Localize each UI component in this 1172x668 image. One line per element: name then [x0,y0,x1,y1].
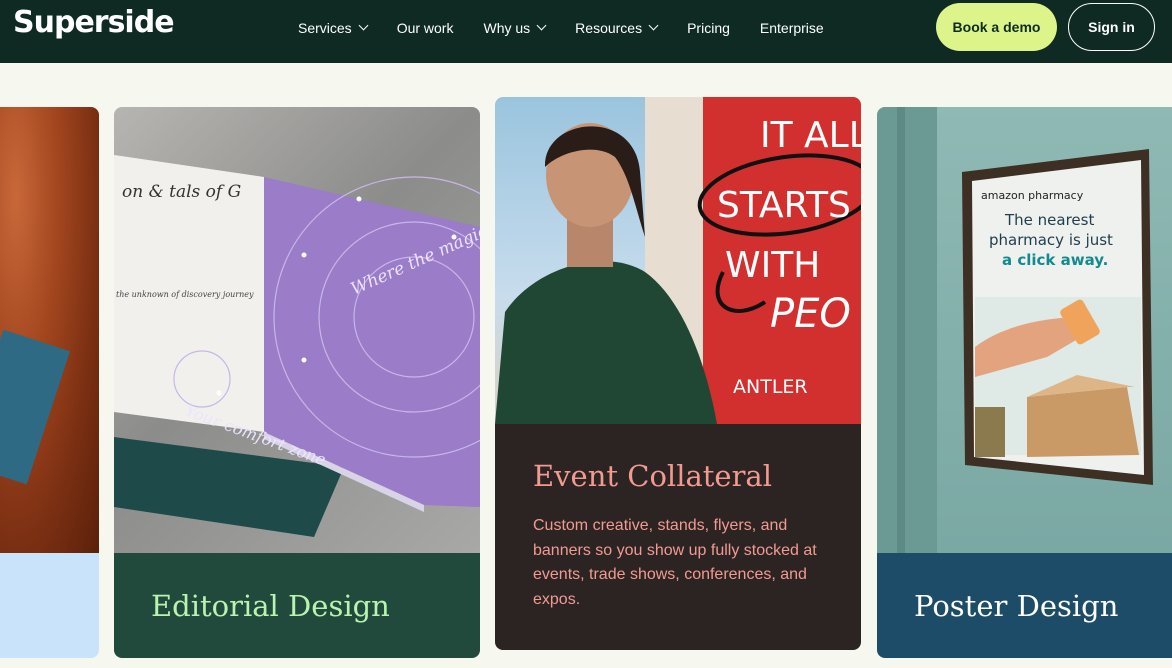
nav-item-why-us[interactable]: Why us [483,19,547,36]
sign-in-button[interactable]: Sign in [1068,3,1155,51]
service-card-partial[interactable] [0,107,99,658]
book-illustration [0,329,70,485]
sign-brand-text: ANTLER [733,376,808,398]
card-title: Event Collateral [533,459,772,493]
service-card-poster-design[interactable]: amazon pharmacy The nearest pharmacy is … [877,107,1172,658]
card-image: on & tals of G the unknown of discovery … [114,107,480,553]
sign-text-line4: PEO [770,291,851,337]
superside-logo[interactable]: Superside [13,5,175,40]
poster-line2-text: pharmacy is just [989,231,1113,249]
magazine-illustration: on & tals of G the unknown of discovery … [114,155,480,537]
nav-item-our-work[interactable]: Our work [397,20,454,36]
nav-item-label: Our work [396,19,454,36]
sign-text-line1: IT ALL [760,115,861,156]
nav-item-label: Why us [483,19,531,36]
nav-item-label: Enterprise [759,19,824,36]
page-left-small-text: the unknown of discovery journey [116,290,254,299]
nav-item-pricing[interactable]: Pricing [687,20,730,36]
card-description: Custom creative, stands, flyers, and ban… [533,517,817,608]
chevron-down-icon [358,20,369,31]
top-nav: Superside Services Our work Why us Resou… [0,0,1172,63]
nav-links: Services Our work Why us Resources Prici… [298,0,824,55]
card-title: Editorial Design [151,589,390,623]
poster-line3-text: a click away. [1002,251,1108,269]
card-footer [0,553,99,658]
poster-line1-text: The nearest [1004,211,1094,229]
service-card-event-collateral[interactable]: IT ALL STARTS WITH PEO ANTLER Event Coll… [495,97,861,650]
nav-item-label: Services [298,19,352,36]
page-left-text: on & tals of G [122,182,241,202]
sign-text-line3: WITH [725,245,820,286]
card-image: amazon pharmacy The nearest pharmacy is … [877,107,1172,553]
nav-item-services[interactable]: Services [298,19,369,36]
poster-illustration: amazon pharmacy The nearest pharmacy is … [877,107,1153,553]
nav-item-label: Resources [575,19,643,36]
poster-brand-text: amazon pharmacy [981,189,1084,202]
book-demo-button[interactable]: Book a demo [936,3,1057,51]
event-photo-illustration: IT ALL STARTS WITH PEO ANTLER [495,97,861,424]
sign-text-line2: STARTS [717,185,851,226]
nav-item-resources[interactable]: Resources [575,19,659,36]
card-image: IT ALL STARTS WITH PEO ANTLER [495,97,861,424]
chevron-down-icon [648,20,659,31]
nav-item-enterprise[interactable]: Enterprise [760,20,824,36]
card-image [0,107,99,553]
chevron-down-icon [536,20,547,31]
service-card-editorial-design[interactable]: on & tals of G the unknown of discovery … [114,107,480,658]
card-title: Poster Design [914,589,1119,623]
nav-item-label: Pricing [687,19,730,36]
